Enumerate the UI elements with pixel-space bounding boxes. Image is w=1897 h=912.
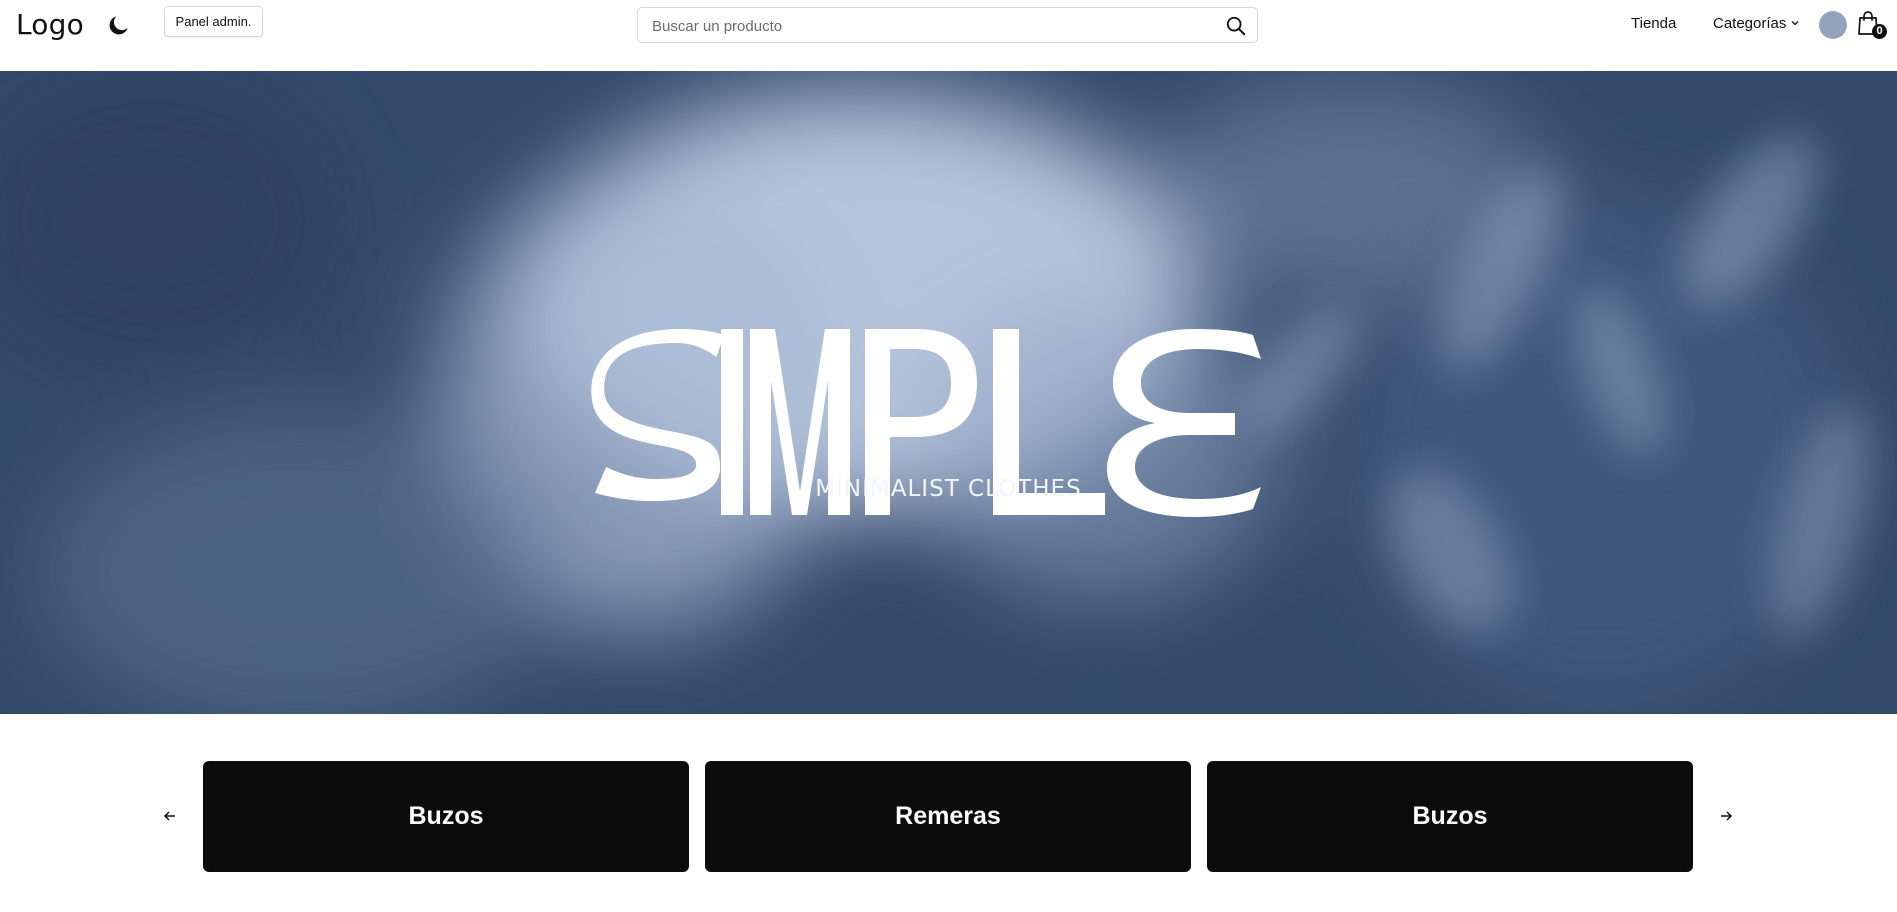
nav-categories-label: Categorías xyxy=(1713,15,1787,32)
hero-banner: MINIMALIST CLOTHES xyxy=(0,71,1897,714)
chevron-down-icon xyxy=(1790,15,1800,32)
hero-subtitle: MINIMALIST CLOTHES xyxy=(815,476,1082,502)
site-header: Logo Panel admin. Tienda Categorías xyxy=(0,0,1897,71)
category-card[interactable]: Remeras xyxy=(705,761,1191,872)
arrow-left-icon[interactable] xyxy=(160,806,180,826)
admin-panel-button[interactable]: Panel admin. xyxy=(164,6,263,37)
search-input[interactable] xyxy=(650,8,1214,44)
search-box xyxy=(637,7,1258,44)
nav-link-store[interactable]: Tienda xyxy=(1631,15,1676,32)
cart-count-badge: 0 xyxy=(1872,24,1887,39)
arrow-right-icon[interactable] xyxy=(1716,806,1736,826)
category-card[interactable]: Buzos xyxy=(1207,761,1693,872)
nav-categories-dropdown[interactable]: Categorías xyxy=(1713,15,1800,32)
category-card[interactable]: Buzos xyxy=(203,761,689,872)
user-avatar[interactable] xyxy=(1819,11,1847,39)
site-logo[interactable]: Logo xyxy=(16,8,84,41)
cart-button[interactable]: 0 xyxy=(1856,10,1887,40)
moon-icon[interactable] xyxy=(106,12,132,38)
search-icon[interactable] xyxy=(1225,15,1247,37)
